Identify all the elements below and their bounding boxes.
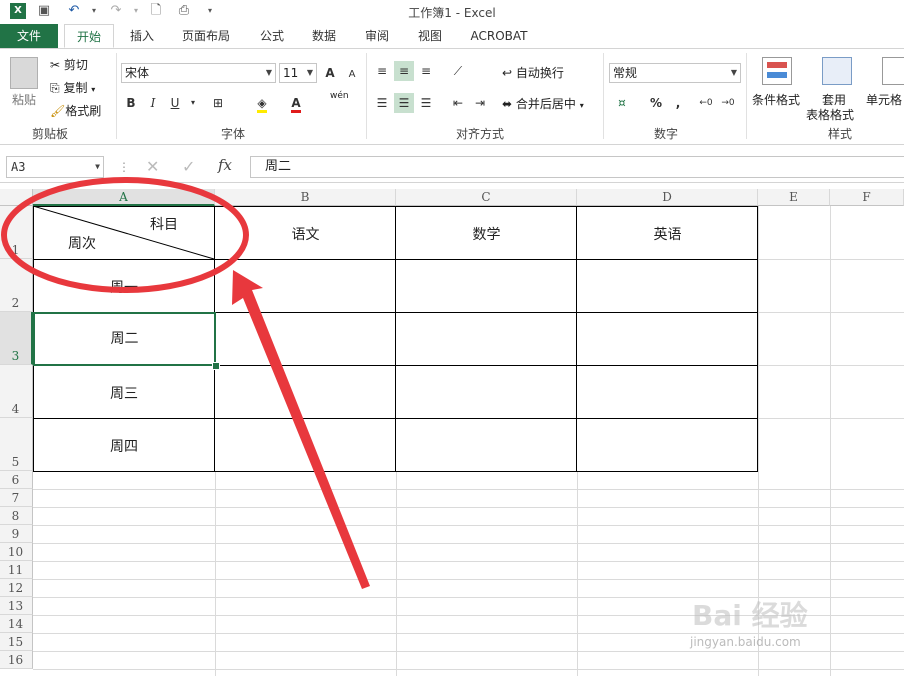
pointer-arrow [232, 270, 370, 589]
highlight-ellipse [1, 177, 249, 293]
red-annotation-overlay [1, 177, 370, 589]
